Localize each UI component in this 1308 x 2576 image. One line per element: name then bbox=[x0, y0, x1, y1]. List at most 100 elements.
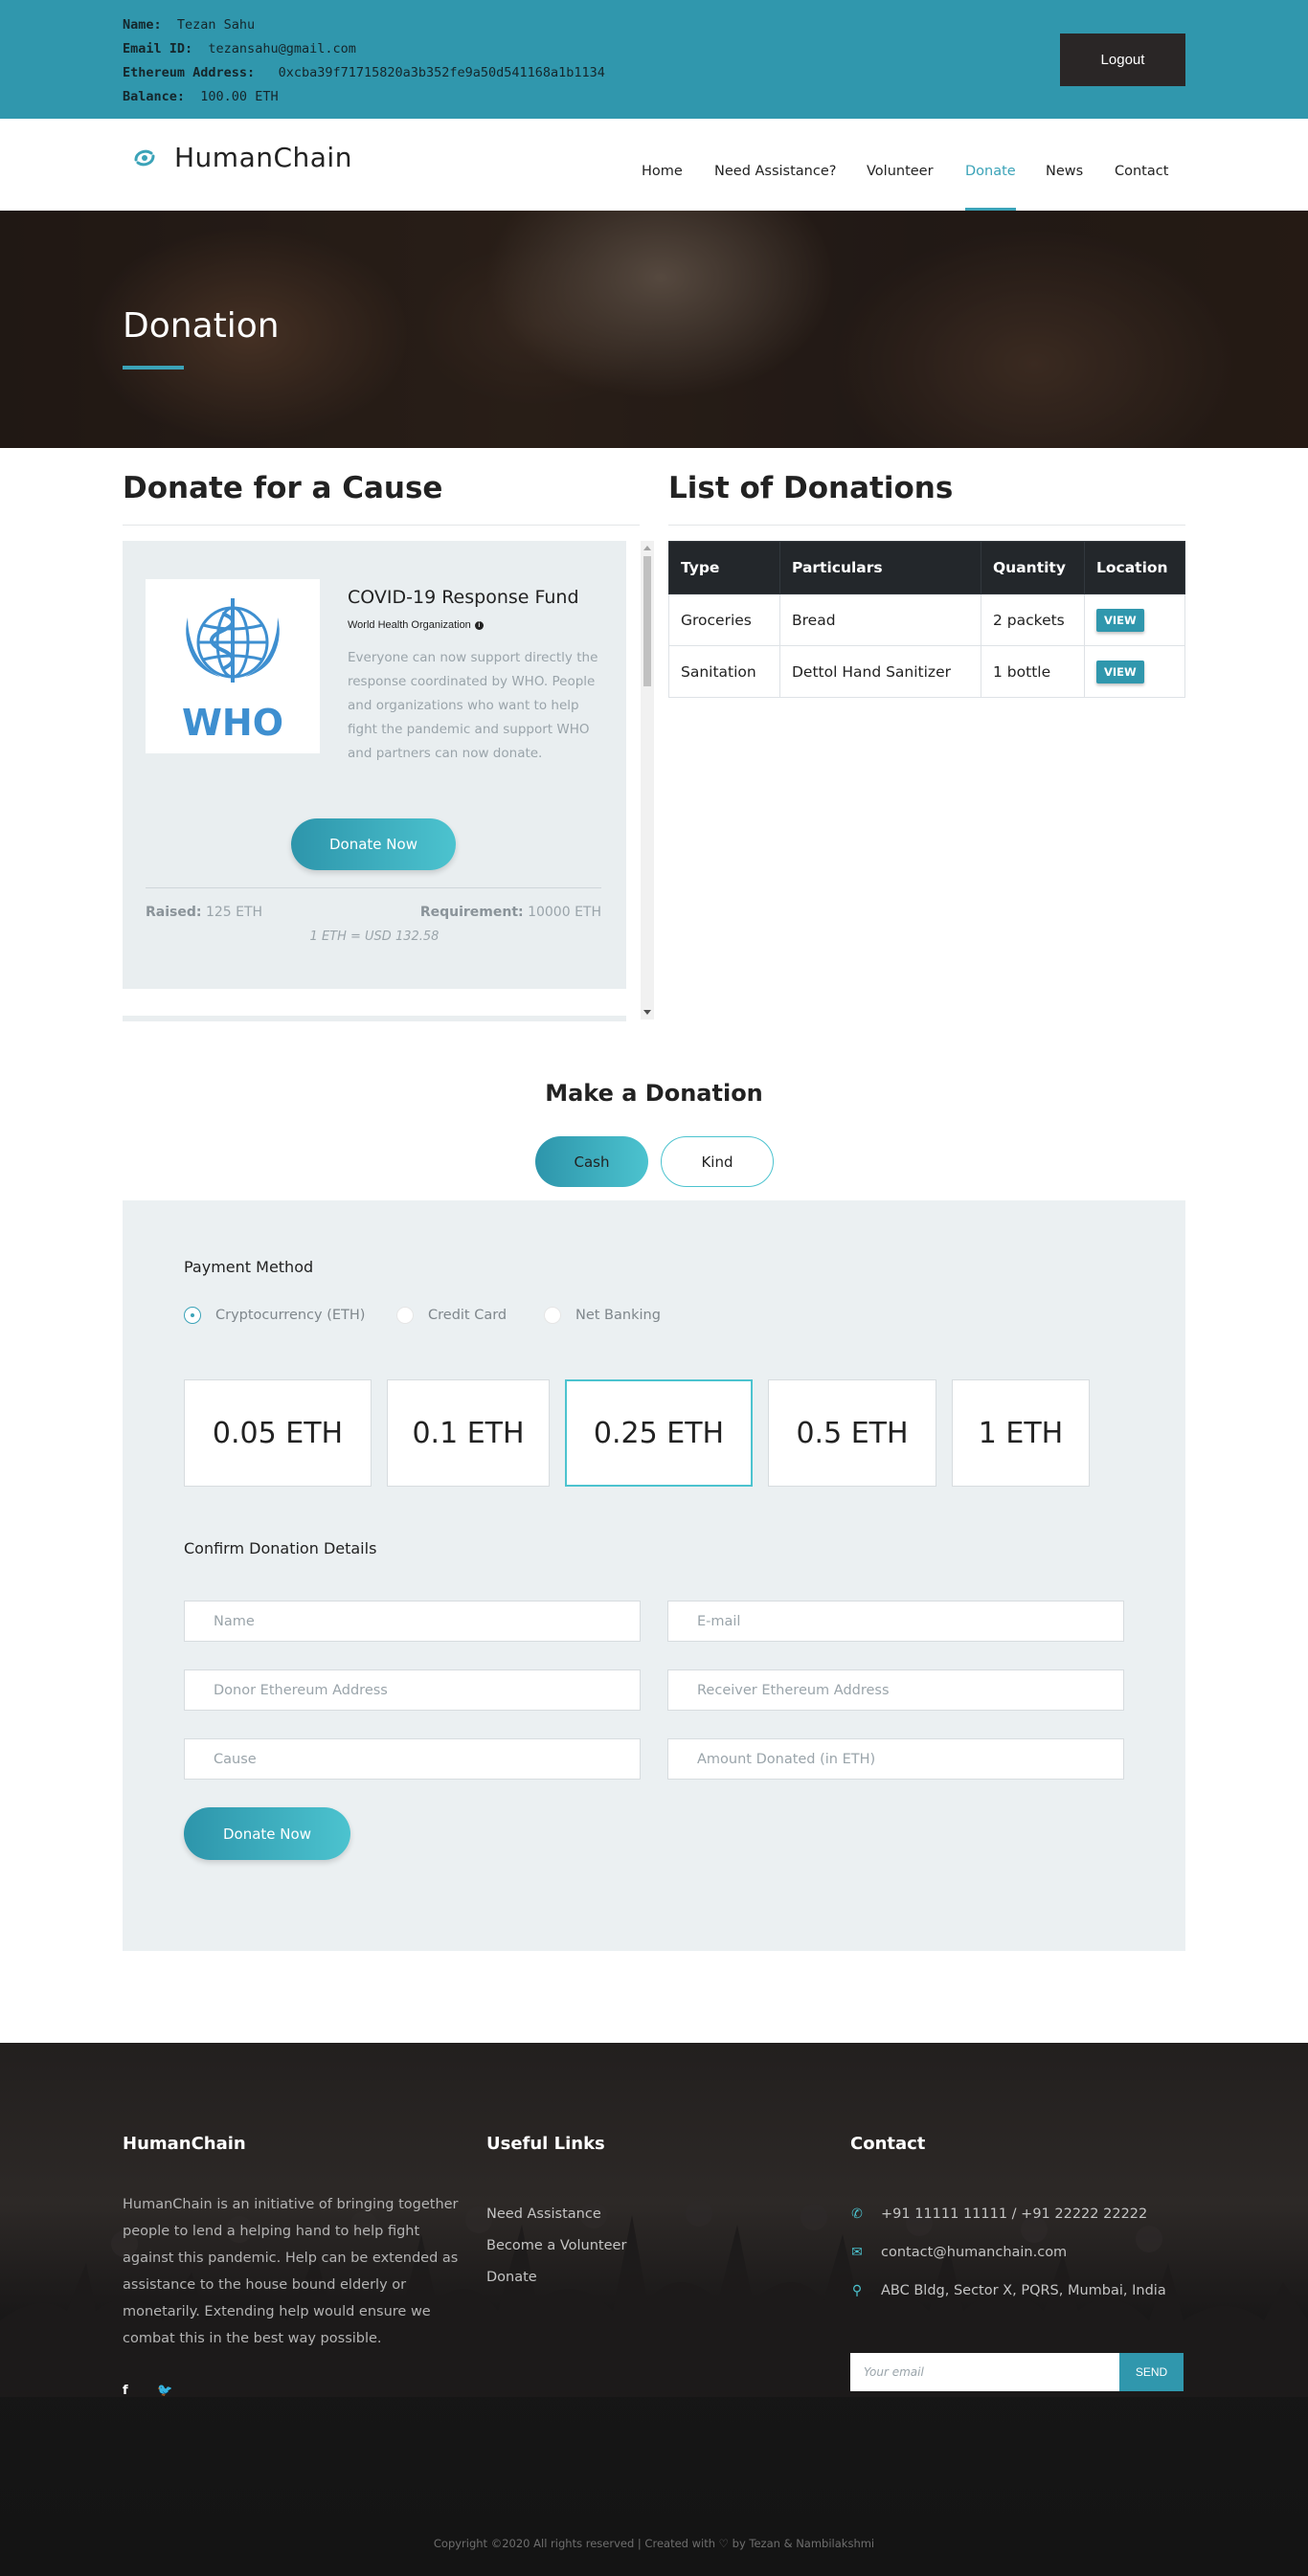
amount-option-0-1-eth[interactable]: 0.1 ETH bbox=[387, 1379, 550, 1487]
submit-donation-button[interactable]: Donate Now bbox=[184, 1807, 350, 1860]
cause-field[interactable] bbox=[184, 1738, 641, 1780]
footer-about-title: HumanChain bbox=[123, 2134, 246, 2154]
column-header-location: Location bbox=[1084, 541, 1185, 594]
raised-amount: Raised: 125 ETH bbox=[146, 905, 262, 920]
scroll-down-arrow-icon[interactable] bbox=[643, 1010, 651, 1015]
footer-about-text: HumanChain is an initiative of bringing … bbox=[123, 2197, 459, 2346]
nav-item-news[interactable]: News bbox=[1046, 164, 1083, 179]
scroll-thumb[interactable] bbox=[643, 556, 651, 686]
column-header-type: Type bbox=[668, 541, 780, 594]
footer-link-need-assistance[interactable]: Need Assistance bbox=[486, 2206, 601, 2222]
account-bar: Name: Tezan Sahu Email ID: tezansahu@gma… bbox=[0, 0, 1308, 119]
radio-label: Credit Card bbox=[428, 1308, 507, 1323]
balance-label: Balance: bbox=[123, 89, 186, 104]
footer-phone: ✆ +91 11111 11111 / +91 22222 22222 bbox=[850, 2206, 1147, 2222]
who-logo: WHO bbox=[146, 579, 320, 753]
account-info: Name: Tezan Sahu Email ID: tezansahu@gma… bbox=[123, 13, 605, 109]
amount-field[interactable] bbox=[667, 1738, 1124, 1780]
footer-link-donate[interactable]: Donate bbox=[486, 2270, 537, 2285]
footer: HumanChain HumanChain is an initiative o… bbox=[0, 2043, 1308, 2576]
donation-form-panel: Payment Method Cryptocurrency (ETH) Cred… bbox=[123, 1200, 1185, 1951]
newsletter-send-button[interactable]: SEND bbox=[1119, 2353, 1184, 2391]
exchange-rate: 1 ETH = USD 132.58 bbox=[309, 930, 440, 944]
raised-value: 125 ETH bbox=[205, 905, 263, 920]
logout-button[interactable]: Logout bbox=[1060, 34, 1185, 86]
tab-kind[interactable]: Kind bbox=[661, 1136, 774, 1187]
amount-option-1-eth[interactable]: 1 ETH bbox=[952, 1379, 1090, 1487]
make-donation-title: Make a Donation bbox=[545, 1080, 763, 1107]
account-email: tezansahu@gmail.com bbox=[208, 41, 356, 56]
receiver-address-field[interactable] bbox=[667, 1669, 1124, 1711]
newsletter-email-input[interactable] bbox=[850, 2353, 1119, 2391]
cell-quantity: 1 bottle bbox=[981, 645, 1085, 698]
nav-item-contact[interactable]: Contact bbox=[1115, 164, 1168, 179]
raised-label: Raised: bbox=[146, 905, 202, 920]
heart-icon: ♡ bbox=[718, 2537, 729, 2550]
divider bbox=[123, 525, 640, 526]
tab-cash[interactable]: Cash bbox=[535, 1136, 648, 1187]
radio-label: Net Banking bbox=[575, 1308, 661, 1323]
cell-type: Groceries bbox=[668, 594, 780, 646]
copyright-suffix: by Tezan & Nambilakshmi bbox=[732, 2537, 875, 2550]
cell-type: Sanitation bbox=[668, 645, 780, 698]
phone-icon: ✆ bbox=[851, 2206, 863, 2222]
next-cause-card bbox=[123, 1016, 626, 1021]
amount-option-0-5-eth[interactable]: 0.5 ETH bbox=[768, 1379, 936, 1487]
nav-item-need-assistance[interactable]: Need Assistance? bbox=[714, 164, 836, 179]
column-header-particulars: Particulars bbox=[779, 541, 981, 594]
email-field[interactable] bbox=[667, 1601, 1124, 1642]
scroll-up-arrow-icon[interactable] bbox=[643, 546, 651, 550]
donations-section-title: List of Donations bbox=[668, 471, 954, 505]
radio-button-selected[interactable] bbox=[184, 1307, 201, 1324]
title-underline bbox=[123, 366, 184, 370]
envelope-icon: ✉ bbox=[851, 2245, 863, 2260]
info-icon[interactable]: i bbox=[474, 620, 484, 630]
footer-link-become-volunteer[interactable]: Become a Volunteer bbox=[486, 2238, 626, 2253]
radio-label: Cryptocurrency (ETH) bbox=[215, 1308, 366, 1323]
map-marker-icon: ⚲ bbox=[851, 2283, 863, 2298]
amount-option-0-05-eth[interactable]: 0.05 ETH bbox=[184, 1379, 372, 1487]
radio-cryptocurrency[interactable]: Cryptocurrency (ETH) bbox=[184, 1307, 365, 1324]
account-balance: 100.00 ETH bbox=[200, 89, 279, 104]
account-eth-address: 0xcba39f71715820a3b352fe9a50d541168a1b11… bbox=[278, 65, 605, 80]
cell-particulars: Bread bbox=[779, 594, 981, 646]
view-location-button[interactable]: VIEW bbox=[1096, 608, 1144, 632]
fund-description: Everyone can now support directly the re… bbox=[348, 650, 598, 761]
requirement-amount: Requirement: 10000 ETH bbox=[420, 905, 601, 920]
column-header-quantity: Quantity bbox=[981, 541, 1085, 594]
cause-section-title: Donate for a Cause bbox=[123, 471, 443, 505]
copyright-prefix: Copyright ©2020 All rights reserved | Cr… bbox=[433, 2537, 716, 2550]
radio-button[interactable] bbox=[544, 1307, 561, 1324]
account-name: Tezan Sahu bbox=[176, 17, 256, 33]
cause-scrollbar[interactable] bbox=[641, 541, 654, 1019]
cause-list-scroll: WHO COVID-19 Response Fund World Health … bbox=[123, 541, 655, 1021]
requirement-value: 10000 ETH bbox=[528, 905, 601, 920]
amount-option-0-25-eth[interactable]: 0.25 ETH bbox=[565, 1379, 753, 1487]
nav-item-donate[interactable]: Donate bbox=[965, 164, 1016, 179]
facebook-icon[interactable]: f bbox=[123, 2384, 128, 2398]
cause-card: WHO COVID-19 Response Fund World Health … bbox=[123, 541, 626, 989]
nav-menu: Home Need Assistance? Volunteer Donate N… bbox=[0, 164, 1308, 211]
twitter-icon[interactable]: 🐦 bbox=[157, 2384, 172, 2398]
footer-address: ⚲ ABC Bldg, Sector X, PQRS, Mumbai, Indi… bbox=[850, 2283, 1166, 2298]
cause-donate-button[interactable]: Donate Now bbox=[291, 818, 456, 870]
name-label: Name: bbox=[123, 17, 162, 33]
divider bbox=[668, 525, 1185, 526]
view-location-button[interactable]: VIEW bbox=[1096, 660, 1144, 683]
cell-quantity: 2 packets bbox=[981, 594, 1085, 646]
donor-address-field[interactable] bbox=[184, 1669, 641, 1711]
name-field[interactable] bbox=[184, 1601, 641, 1642]
page-title: Donation bbox=[123, 306, 280, 346]
eth-address-label: Ethereum Address: bbox=[123, 65, 256, 80]
footer-contact-title: Contact bbox=[850, 2134, 926, 2154]
nav-item-home[interactable]: Home bbox=[642, 164, 683, 179]
who-logo-text: WHO bbox=[182, 702, 283, 744]
nav-item-volunteer[interactable]: Volunteer bbox=[867, 164, 934, 179]
phone-text: +91 11111 11111 / +91 22222 22222 bbox=[881, 2206, 1148, 2222]
radio-net-banking[interactable]: Net Banking bbox=[544, 1307, 661, 1324]
radio-credit-card[interactable]: Credit Card bbox=[396, 1307, 507, 1324]
email-text[interactable]: contact@humanchain.com bbox=[881, 2245, 1067, 2260]
footer-email: ✉ contact@humanchain.com bbox=[850, 2245, 1067, 2260]
fund-title: COVID-19 Response Fund bbox=[348, 587, 579, 608]
radio-button[interactable] bbox=[396, 1307, 414, 1324]
